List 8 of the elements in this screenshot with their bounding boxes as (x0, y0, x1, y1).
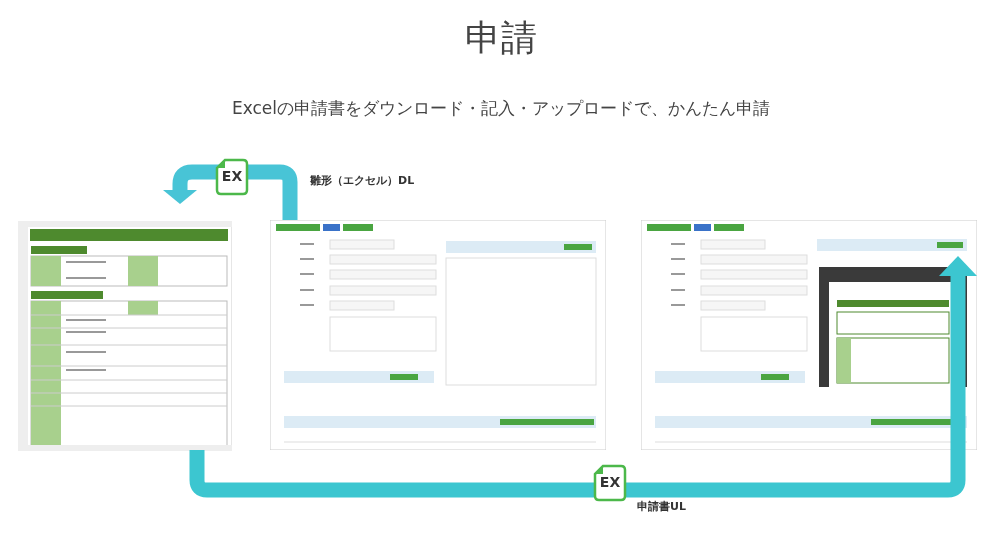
page-subtitle: Excelの申請書をダウンロード・記入・アップロードで、かんたん申請 (231, 97, 770, 120)
document-icon (593, 464, 627, 502)
step-label: 申請書UL (637, 499, 686, 514)
badge-label: EX (220, 168, 244, 184)
page-title: 申請 (465, 16, 537, 60)
document-icon (215, 158, 249, 196)
step-label: 雛形（エクセル）DL (310, 173, 415, 188)
badge-label: EX (598, 474, 622, 490)
